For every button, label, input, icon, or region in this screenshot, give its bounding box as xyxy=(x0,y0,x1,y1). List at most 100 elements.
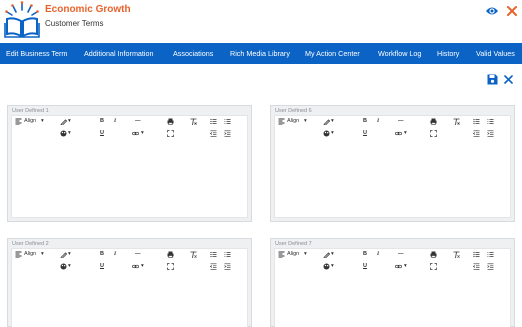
rich-text-editor[interactable]: Align ▾ ▾ B I — ▾ U ▾ xyxy=(11,115,248,218)
bullet-list-icon[interactable] xyxy=(473,118,480,125)
dropdown-caret[interactable]: ▾ xyxy=(304,251,307,258)
clear-format-icon[interactable] xyxy=(190,118,197,125)
italic-button[interactable]: I xyxy=(377,251,379,258)
tab-rich-media-library[interactable]: Rich Media Library xyxy=(230,43,290,64)
close-icon[interactable] xyxy=(505,4,519,18)
outdent-icon[interactable] xyxy=(473,263,480,270)
rich-text-editor[interactable]: Align ▾ ▾ B I — ▾ U ▾ xyxy=(11,248,248,327)
outdent-icon[interactable] xyxy=(473,130,480,137)
bullet-list-icon[interactable] xyxy=(210,118,217,125)
link-icon[interactable] xyxy=(132,263,139,270)
eye-icon[interactable] xyxy=(485,4,499,18)
link-icon[interactable] xyxy=(132,130,139,137)
underline-button[interactable]: U xyxy=(100,263,104,270)
fullscreen-icon[interactable] xyxy=(167,130,174,137)
bold-button[interactable]: B xyxy=(100,251,104,258)
print-icon[interactable] xyxy=(167,251,174,258)
close-icon[interactable] xyxy=(503,74,514,85)
book-logo-icon xyxy=(4,1,40,38)
fullscreen-icon[interactable] xyxy=(167,263,174,270)
numbered-list-icon[interactable] xyxy=(224,118,231,125)
palette-icon[interactable] xyxy=(60,130,67,137)
indent-icon[interactable] xyxy=(487,263,494,270)
horizontal-rule-button[interactable]: — xyxy=(135,118,141,125)
user-defined-7-panel: User Defined 7 Align ▾ ▾ B I — ▾ U ▾ xyxy=(270,238,515,327)
align-dropdown[interactable]: Align xyxy=(24,251,36,258)
link-icon[interactable] xyxy=(395,263,402,270)
indent-icon[interactable] xyxy=(224,263,231,270)
bold-button[interactable]: B xyxy=(363,251,367,258)
bullet-list-icon[interactable] xyxy=(473,251,480,258)
underline-button[interactable]: U xyxy=(100,130,104,137)
dropdown-caret[interactable]: ▾ xyxy=(331,251,334,258)
fullscreen-icon[interactable] xyxy=(430,263,437,270)
dropdown-caret[interactable]: ▾ xyxy=(41,118,44,125)
align-dropdown[interactable]: Align xyxy=(287,251,299,258)
underline-button[interactable]: U xyxy=(363,130,367,137)
dropdown-caret[interactable]: ▾ xyxy=(141,263,144,270)
print-icon[interactable] xyxy=(430,118,437,125)
dropdown-caret[interactable]: ▾ xyxy=(404,263,407,270)
tab-associations[interactable]: Associations xyxy=(173,43,213,64)
tab-workflow-log[interactable]: Workflow Log xyxy=(378,43,421,64)
tab-history[interactable]: History xyxy=(437,43,459,64)
italic-button[interactable]: I xyxy=(114,251,116,258)
dropdown-caret[interactable]: ▾ xyxy=(41,251,44,258)
fullscreen-icon[interactable] xyxy=(430,130,437,137)
align-dropdown[interactable]: Align xyxy=(287,118,299,125)
dropdown-caret[interactable]: ▾ xyxy=(68,251,71,258)
dropdown-caret[interactable]: ▾ xyxy=(404,130,407,137)
align-dropdown[interactable]: Align xyxy=(24,118,36,125)
align-icon[interactable] xyxy=(15,251,22,258)
rich-text-editor[interactable]: Align ▾ ▾ B I — ▾ U ▾ xyxy=(274,115,511,218)
numbered-list-icon[interactable] xyxy=(487,118,494,125)
numbered-list-icon[interactable] xyxy=(224,251,231,258)
rich-text-editor[interactable]: Align ▾ ▾ B I — ▾ U ▾ xyxy=(274,248,511,327)
align-icon[interactable] xyxy=(15,118,22,125)
outdent-icon[interactable] xyxy=(210,263,217,270)
link-icon[interactable] xyxy=(395,130,402,137)
save-icon[interactable] xyxy=(487,74,498,85)
pen-icon[interactable] xyxy=(60,251,67,258)
dropdown-caret[interactable]: ▾ xyxy=(331,130,334,137)
dropdown-caret[interactable]: ▾ xyxy=(68,118,71,125)
print-icon[interactable] xyxy=(430,251,437,258)
bullet-list-icon[interactable] xyxy=(210,251,217,258)
bold-button[interactable]: B xyxy=(100,118,104,125)
clear-format-icon[interactable] xyxy=(190,251,197,258)
app-header: Economic Growth Customer Terms xyxy=(0,0,522,42)
dropdown-caret[interactable]: ▾ xyxy=(68,263,71,270)
align-icon[interactable] xyxy=(278,251,285,258)
underline-button[interactable]: U xyxy=(363,263,367,270)
pen-icon[interactable] xyxy=(60,118,67,125)
dropdown-caret[interactable]: ▾ xyxy=(304,118,307,125)
clear-format-icon[interactable] xyxy=(453,251,460,258)
pen-icon[interactable] xyxy=(323,118,330,125)
print-icon[interactable] xyxy=(167,118,174,125)
align-icon[interactable] xyxy=(278,118,285,125)
indent-icon[interactable] xyxy=(487,130,494,137)
tab-edit-business-term[interactable]: Edit Business Term xyxy=(6,43,67,64)
palette-icon[interactable] xyxy=(323,130,330,137)
numbered-list-icon[interactable] xyxy=(487,251,494,258)
dropdown-caret[interactable]: ▾ xyxy=(68,130,71,137)
tab-additional-information[interactable]: Additional Information xyxy=(84,43,154,64)
horizontal-rule-button[interactable]: — xyxy=(398,251,404,258)
clear-format-icon[interactable] xyxy=(453,118,460,125)
pen-icon[interactable] xyxy=(323,251,330,258)
bold-button[interactable]: B xyxy=(363,118,367,125)
tab-valid-values[interactable]: Valid Values xyxy=(476,43,515,64)
palette-icon[interactable] xyxy=(60,263,67,270)
horizontal-rule-button[interactable]: — xyxy=(135,251,141,258)
dropdown-caret[interactable]: ▾ xyxy=(331,118,334,125)
palette-icon[interactable] xyxy=(323,263,330,270)
horizontal-rule-button[interactable]: — xyxy=(398,118,404,125)
dropdown-caret[interactable]: ▾ xyxy=(141,130,144,137)
dropdown-caret[interactable]: ▾ xyxy=(331,263,334,270)
indent-icon[interactable] xyxy=(224,130,231,137)
tab-my-action-center[interactable]: My Action Center xyxy=(305,43,360,64)
outdent-icon[interactable] xyxy=(210,130,217,137)
panel-label: User Defined 1 xyxy=(12,108,49,114)
italic-button[interactable]: I xyxy=(114,118,116,125)
italic-button[interactable]: I xyxy=(377,118,379,125)
